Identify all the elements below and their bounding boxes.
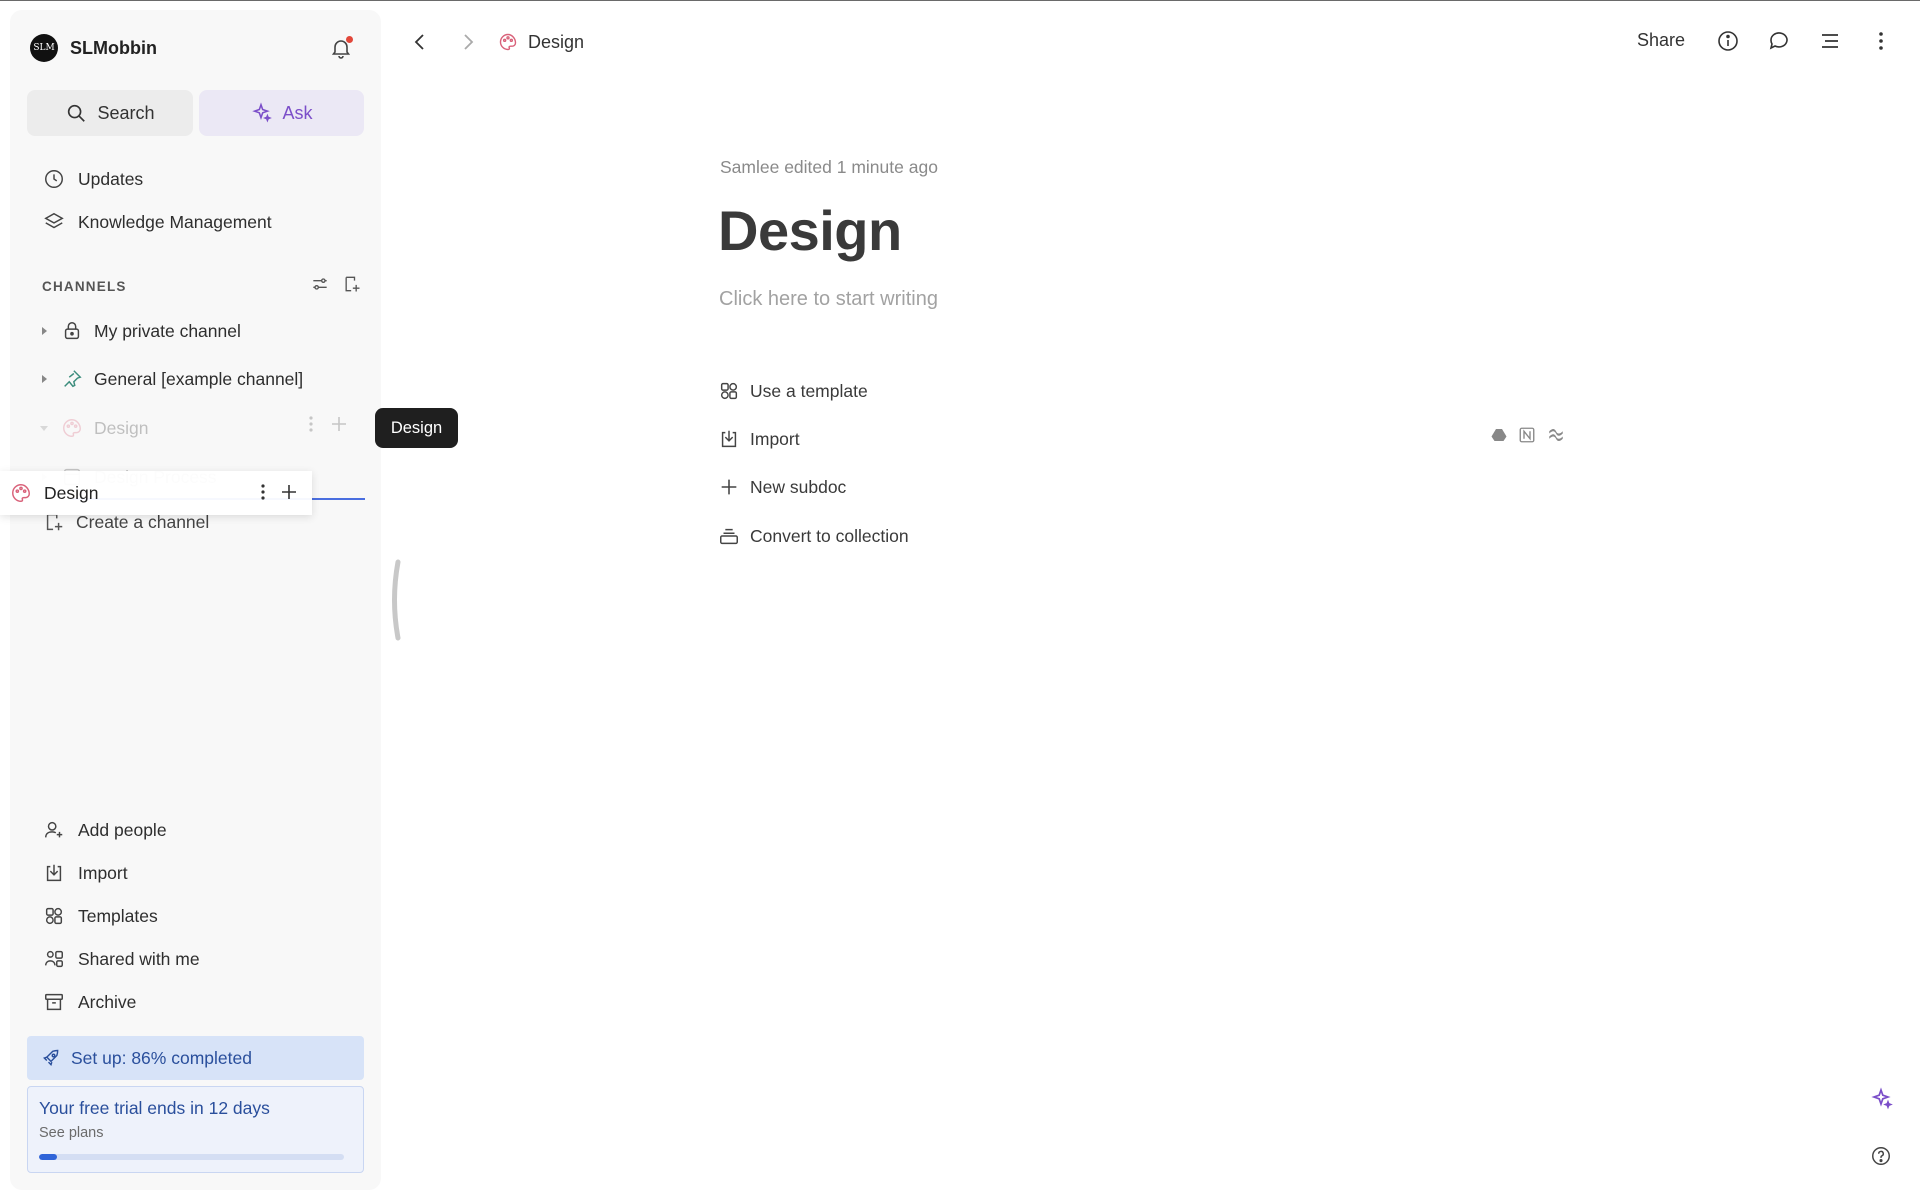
sidebar-item-updates[interactable]: Updates — [42, 164, 143, 194]
channels-heading: CHANNELS — [42, 276, 362, 296]
channel-my-private-channel[interactable]: My private channel — [38, 316, 241, 346]
comment-icon[interactable] — [1766, 28, 1792, 54]
action-label: Use a template — [750, 380, 868, 401]
sidebar-item-archive[interactable]: Archive — [42, 987, 136, 1017]
sidebar-item-label: Knowledge Management — [78, 211, 272, 232]
sidebar-item-knowledge-management[interactable]: Knowledge Management — [42, 207, 272, 237]
sidebar-item-templates[interactable]: Templates — [42, 901, 158, 931]
edited-status: Samlee edited 1 minute ago — [720, 157, 938, 177]
info-icon[interactable] — [1715, 28, 1741, 54]
search-icon — [65, 102, 87, 124]
channel-label: General [example channel] — [94, 368, 304, 389]
templates-icon — [718, 380, 740, 402]
more-vertical-icon[interactable] — [260, 483, 266, 501]
sidebar-item-label: Import — [78, 862, 128, 883]
import-icon — [718, 428, 740, 450]
notification-dot — [346, 36, 353, 43]
pin-icon — [60, 367, 84, 391]
archive-icon — [42, 990, 66, 1014]
channels-heading-label: CHANNELS — [42, 278, 127, 294]
caret-right-icon[interactable] — [38, 326, 50, 336]
sparkle-icon — [250, 102, 273, 124]
outline-menu-icon[interactable] — [1817, 28, 1843, 54]
more-vertical-icon[interactable] — [1868, 28, 1894, 54]
editor-placeholder[interactable]: Click here to start writing — [719, 288, 938, 311]
collection-icon — [718, 525, 740, 547]
trial-progress-fill — [39, 1154, 58, 1160]
channel-label: My private channel — [94, 320, 241, 341]
dragging-label: Design — [44, 482, 99, 503]
confluence-icon[interactable] — [1546, 426, 1566, 444]
notifications-bell-icon[interactable] — [329, 36, 353, 60]
palette-icon — [498, 32, 518, 52]
breadcrumb-label: Design — [528, 31, 585, 52]
shared-icon — [42, 947, 66, 971]
notion-icon[interactable] — [1518, 426, 1536, 444]
plus-icon — [330, 415, 348, 433]
workspace-name: SLMobbin — [70, 37, 157, 58]
import-sources — [1490, 426, 1566, 444]
clock-icon — [42, 167, 66, 191]
palette-icon — [10, 482, 32, 504]
workspace-logo: SLM — [30, 34, 58, 62]
sidebar-item-import[interactable]: Import — [42, 858, 128, 888]
plus-icon — [718, 476, 740, 498]
layers-icon — [42, 210, 66, 234]
setup-label: Set up: 86% completed — [71, 1047, 252, 1068]
add-person-icon — [42, 818, 66, 842]
sidebar-item-label: Updates — [78, 168, 144, 189]
window-top-border — [0, 0, 1920, 1]
google-drive-icon[interactable] — [1490, 426, 1508, 444]
convert-to-collection-action[interactable]: Convert to collection — [718, 521, 909, 551]
import-action[interactable]: Import — [718, 424, 800, 454]
ai-sparkle-icon[interactable] — [1869, 1087, 1893, 1111]
action-label: Import — [750, 428, 800, 449]
channel-label: Design — [94, 417, 149, 438]
use-template-action[interactable]: Use a template — [718, 376, 868, 406]
caret-right-icon[interactable] — [38, 374, 50, 384]
import-icon — [42, 861, 66, 885]
breadcrumb[interactable]: Design — [498, 28, 584, 56]
ask-button[interactable]: Ask — [199, 90, 364, 136]
action-label: Convert to collection — [750, 525, 909, 546]
new-channel-icon[interactable] — [342, 274, 362, 294]
share-button[interactable]: Share — [1637, 30, 1685, 51]
sidebar-item-label: Archive — [78, 991, 137, 1012]
trial-title: Your free trial ends in 12 days — [39, 1098, 270, 1118]
sidebar-item-add-people[interactable]: Add people — [42, 815, 167, 845]
dragging-channel-design[interactable]: Design — [0, 471, 312, 515]
ask-label: Ask — [282, 102, 313, 123]
workspace-switcher[interactable]: SLM SLMobbin — [30, 33, 157, 63]
channel-design-placeholder[interactable]: Design — [38, 413, 148, 443]
see-plans-link[interactable]: See plans — [39, 1125, 352, 1141]
plus-icon[interactable] — [280, 483, 298, 501]
palette-icon — [60, 416, 84, 440]
search-button[interactable]: Search — [27, 90, 193, 136]
channel-general[interactable]: General [example channel] — [38, 364, 303, 394]
tooltip: Design — [375, 408, 458, 448]
sidebar-item-shared-with-me[interactable]: Shared with me — [42, 944, 200, 974]
search-label: Search — [97, 102, 155, 123]
sidebar-item-label: Templates — [78, 905, 158, 926]
trial-card[interactable]: Your free trial ends in 12 days See plan… — [27, 1086, 364, 1173]
channel-design-ghost-actions — [308, 415, 348, 433]
sidebar-item-label: Shared with me — [78, 948, 200, 969]
back-arrow-icon[interactable] — [410, 30, 430, 54]
caret-down-icon[interactable] — [38, 423, 50, 433]
setup-progress-banner[interactable]: Set up: 86% completed — [27, 1036, 364, 1080]
help-icon[interactable] — [1870, 1145, 1892, 1167]
forward-arrow-icon[interactable] — [458, 30, 478, 54]
trial-progress-bar — [39, 1154, 344, 1160]
sidebar-resize-handle[interactable] — [388, 558, 402, 642]
lock-icon — [60, 319, 84, 343]
more-vertical-icon — [308, 415, 314, 433]
sidebar-item-label: Add people — [78, 819, 167, 840]
rocket-icon — [41, 1048, 61, 1068]
action-label: New subdoc — [750, 476, 847, 497]
new-subdoc-action[interactable]: New subdoc — [718, 472, 846, 502]
filter-sliders-icon[interactable] — [310, 274, 330, 294]
templates-icon — [42, 904, 66, 928]
page-title[interactable]: Design — [718, 198, 902, 263]
